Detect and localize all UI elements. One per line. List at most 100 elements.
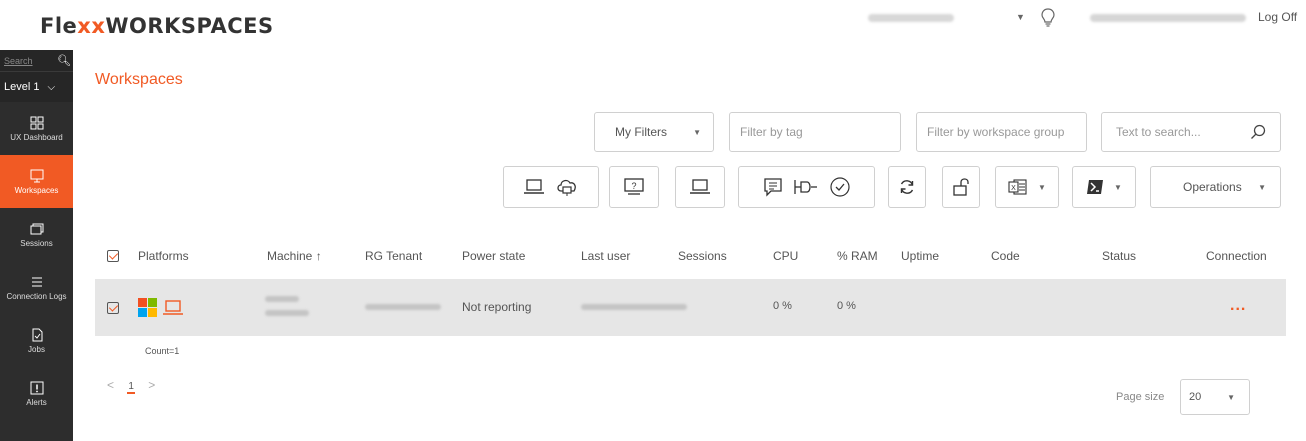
table-row[interactable]: Not reporting 0 % 0 % ... bbox=[95, 279, 1286, 336]
user-email bbox=[1090, 14, 1246, 22]
machine-name[interactable] bbox=[265, 296, 299, 302]
my-filters-dropdown[interactable]: My Filters ▼ bbox=[594, 112, 714, 152]
sidebar-item-label: Sessions bbox=[20, 238, 53, 248]
sidebar: Search 🔍︎ Level 1 ⌵ UX Dashboard Workspa… bbox=[0, 50, 73, 441]
caret-down-icon: ▼ bbox=[1114, 182, 1122, 192]
plug-icon[interactable] bbox=[793, 178, 819, 196]
windows-icon bbox=[138, 298, 157, 317]
search-icon[interactable]: 🔍︎ bbox=[55, 54, 73, 67]
refresh-button[interactable] bbox=[888, 166, 926, 208]
col-code[interactable]: Code bbox=[991, 249, 1020, 263]
question-monitor-icon: ? bbox=[624, 178, 644, 195]
col-cpu[interactable]: CPU bbox=[773, 249, 798, 263]
sessions-icon bbox=[30, 223, 43, 234]
laptop-icon bbox=[690, 179, 710, 194]
sidebar-item-workspaces[interactable]: Workspaces bbox=[0, 155, 73, 208]
unlock-button[interactable] bbox=[942, 166, 980, 208]
app-logo: FlexxWORKSPACES bbox=[40, 14, 274, 38]
row-count: Count=1 bbox=[145, 346, 180, 356]
col-sessions[interactable]: Sessions bbox=[678, 249, 727, 263]
caret-down-icon[interactable]: ▼ bbox=[1016, 12, 1025, 22]
unknown-device-button[interactable]: ? bbox=[609, 166, 659, 208]
operations-label: Operations bbox=[1183, 180, 1242, 194]
lightbulb-icon[interactable] bbox=[1040, 8, 1056, 28]
sidebar-item-label: Workspaces bbox=[14, 185, 59, 195]
col-platforms[interactable]: Platforms bbox=[138, 249, 189, 263]
tenant-selector[interactable] bbox=[868, 14, 954, 22]
powershell-icon bbox=[1087, 180, 1104, 194]
search-icon[interactable] bbox=[1250, 124, 1266, 140]
page-size-select[interactable]: 20 ▼ bbox=[1180, 379, 1250, 415]
page-size-value: 20 bbox=[1189, 391, 1202, 403]
filter-by-tag-input[interactable]: Filter by tag bbox=[729, 112, 901, 152]
my-filters-label: My Filters bbox=[615, 125, 667, 139]
dashboard-icon bbox=[30, 116, 43, 129]
logoff-link[interactable]: Log Off bbox=[1258, 10, 1297, 24]
caret-down-icon: ▼ bbox=[1038, 182, 1046, 192]
ram-value: 0 % bbox=[837, 300, 856, 312]
cloud-monitor-icon[interactable] bbox=[555, 176, 579, 198]
page-number[interactable]: 1 bbox=[127, 381, 135, 394]
col-status[interactable]: Status bbox=[1102, 249, 1136, 263]
list-icon bbox=[31, 277, 42, 286]
filter-by-group-input[interactable]: Filter by workspace group bbox=[916, 112, 1087, 152]
message-icon[interactable] bbox=[763, 177, 783, 197]
sidebar-item-connection-logs[interactable]: Connection Logs bbox=[0, 261, 73, 314]
checkbox-icon bbox=[107, 250, 119, 262]
col-connection[interactable]: Connection bbox=[1206, 249, 1267, 263]
chevron-down-icon: ⌵ bbox=[47, 81, 56, 93]
pagination: < 1 > bbox=[107, 378, 155, 394]
next-page-icon[interactable]: > bbox=[148, 378, 155, 392]
col-power-state[interactable]: Power state bbox=[462, 249, 525, 263]
export-excel-dropdown[interactable]: X ▼ bbox=[995, 166, 1059, 208]
laptop-icon bbox=[163, 300, 183, 315]
machine-name-line2 bbox=[265, 310, 309, 316]
operations-dropdown[interactable]: Operations ▼ bbox=[1150, 166, 1281, 208]
page-title: Workspaces bbox=[95, 71, 183, 88]
text-search-input[interactable]: Text to search... bbox=[1101, 112, 1281, 152]
monitor-icon bbox=[30, 169, 43, 182]
sidebar-item-alerts[interactable]: Alerts bbox=[0, 367, 73, 420]
top-bar: FlexxWORKSPACES ▼ Log Off bbox=[0, 0, 1306, 50]
col-machine[interactable]: Machine ↑ bbox=[267, 249, 322, 263]
col-uptime[interactable]: Uptime bbox=[901, 249, 939, 263]
desktop-button[interactable] bbox=[675, 166, 725, 208]
power-state-value: Not reporting bbox=[462, 300, 532, 314]
check-circle-icon[interactable] bbox=[829, 176, 851, 198]
sidebar-search-input[interactable]: Search bbox=[4, 56, 55, 66]
rg-tenant-value bbox=[365, 304, 441, 310]
sidebar-item-ux-dashboard[interactable]: UX Dashboard bbox=[0, 102, 73, 155]
cpu-value: 0 % bbox=[773, 300, 792, 312]
table-header: Platforms Machine ↑ RG Tenant Power stat… bbox=[95, 243, 1281, 271]
sidebar-item-jobs[interactable]: Jobs bbox=[0, 314, 73, 367]
page-size-label: Page size bbox=[1116, 391, 1165, 403]
sidebar-item-label: Connection Logs bbox=[6, 291, 67, 301]
col-ram[interactable]: % RAM bbox=[837, 249, 878, 263]
alert-icon bbox=[30, 381, 43, 394]
col-rg-tenant[interactable]: RG Tenant bbox=[365, 249, 422, 263]
select-all-checkbox[interactable] bbox=[107, 250, 119, 265]
sidebar-search[interactable]: Search 🔍︎ bbox=[0, 50, 73, 72]
jobs-icon bbox=[32, 328, 42, 341]
sidebar-item-label: UX Dashboard bbox=[10, 132, 63, 142]
sidebar-item-sessions[interactable]: Sessions bbox=[0, 208, 73, 261]
sidebar-item-label: Alerts bbox=[26, 397, 47, 407]
checkbox-icon bbox=[107, 302, 119, 314]
caret-down-icon: ▼ bbox=[1227, 392, 1235, 402]
connection-menu-icon[interactable]: ... bbox=[1230, 297, 1246, 315]
level-label: Level 1 bbox=[4, 81, 40, 93]
actions-group[interactable] bbox=[738, 166, 875, 208]
level-selector[interactable]: Level 1 ⌵ bbox=[0, 72, 73, 102]
last-user-value bbox=[581, 304, 687, 310]
row-checkbox[interactable] bbox=[107, 302, 119, 317]
prev-page-icon[interactable]: < bbox=[107, 378, 114, 392]
svg-text:X: X bbox=[1011, 185, 1016, 192]
caret-down-icon: ▼ bbox=[1258, 182, 1266, 192]
caret-down-icon: ▼ bbox=[693, 127, 701, 137]
refresh-icon bbox=[900, 180, 914, 194]
col-last-user[interactable]: Last user bbox=[581, 249, 630, 263]
powershell-dropdown[interactable]: ▼ bbox=[1072, 166, 1136, 208]
sidebar-item-label: Jobs bbox=[28, 344, 45, 354]
platform-type-buttons[interactable] bbox=[503, 166, 599, 208]
laptop-icon[interactable] bbox=[523, 178, 545, 196]
